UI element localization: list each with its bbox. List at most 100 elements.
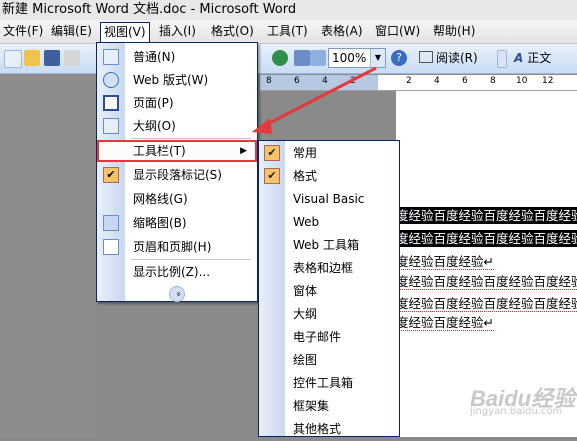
view-menu-item-4[interactable]: 工具栏(T) ▶ <box>97 140 257 162</box>
hyperlink-icon[interactable] <box>272 50 288 66</box>
toolbars-submenu-label: Web <box>293 215 320 229</box>
web-layout-icon <box>103 72 119 88</box>
view-menu-item-label: 大纲(O) <box>133 119 176 133</box>
read-button[interactable]: 阅读(R) <box>416 48 481 68</box>
toolbars-submenu-label: 绘图 <box>293 353 318 367</box>
toolbars-submenu-item-10[interactable]: 控件工具箱 <box>259 372 399 395</box>
document-line[interactable]: 度经验百度经验百度经验百度经验百度经验百度 <box>396 207 577 224</box>
new-document-icon[interactable] <box>4 50 22 68</box>
view-menu-item-label: 页面(P) <box>133 96 174 110</box>
document-line[interactable]: 度经验百度经验百度经验百度经验百度经验百度 <box>396 273 577 290</box>
toolbars-submenu-item-7[interactable]: 大纲 <box>259 303 399 326</box>
menu-bar: 文件(F) 编辑(E) 视图(V) 插入(I) 格式(O) 工具(T) 表格(A) 窗口(W)… <box>0 20 577 44</box>
view-menu-item-8[interactable]: 页眉和页脚(H) <box>97 236 257 258</box>
view-menu-item-label: 缩略图(B) <box>133 216 187 230</box>
document-line[interactable]: 度经验百度经验百度经验百度经验百度经验百度 <box>396 230 577 247</box>
toolbars-submenu-label: 表格和边框 <box>293 261 354 275</box>
document-line-text: 度经验百度经验百度经验百度经验百度经验百度 <box>396 208 577 223</box>
menu-separator <box>131 138 251 139</box>
page-layout-icon <box>103 95 119 111</box>
view-menu-item-5[interactable]: ✔ 显示段落标记(S) <box>97 164 257 186</box>
style-value: 正文 <box>527 51 552 65</box>
view-menu-item-label: 普通(N) <box>133 50 176 64</box>
view-menu-item-6[interactable]: 网格线(G) <box>97 188 257 210</box>
view-menu-item-label: 工具栏(T) <box>133 144 186 158</box>
view-menu-item-1[interactable]: Web 版式(W) <box>97 69 257 91</box>
zoom-select[interactable]: 100% ▼ <box>328 48 386 68</box>
tables-borders-icon[interactable] <box>294 50 310 66</box>
toolbars-submenu-label: 电子邮件 <box>293 330 342 344</box>
toolbars-submenu-label: 控件工具箱 <box>293 376 354 390</box>
permission-icon[interactable] <box>64 50 80 66</box>
view-menu-item-3[interactable]: 大纲(O) <box>97 115 257 137</box>
toolbars-submenu-item-8[interactable]: 电子邮件 <box>259 326 399 349</box>
toolbar-options-icon[interactable] <box>497 50 507 68</box>
menu-item-2[interactable]: 视图(V) <box>100 22 150 44</box>
checkmark-icon: ✔ <box>264 145 280 161</box>
toolbars-submenu-item-1[interactable]: ✔ 格式 <box>259 165 399 188</box>
view-menu-item-label: 页眉和页脚(H) <box>133 240 212 254</box>
ruler-number: 4 <box>322 76 328 86</box>
ruler-number: 2 <box>350 76 356 86</box>
document-line[interactable]: 度经验百度经验↵ <box>396 253 577 270</box>
toolbars-submenu-label: 窗体 <box>293 284 318 298</box>
view-menu-item-7[interactable]: 缩略图(B) <box>97 212 257 234</box>
ruler-number: 4 <box>434 76 440 86</box>
ruler-number: 12 <box>542 76 554 86</box>
view-menu-item-0[interactable]: 普通(N) <box>97 46 257 68</box>
document-line[interactable]: 度经验百度经验↵ <box>396 314 577 331</box>
toolbars-submenu-item-12[interactable]: 其他格式 <box>259 418 399 441</box>
toolbars-submenu-item-3[interactable]: Web <box>259 211 399 234</box>
checkmark-icon: ✔ <box>264 168 280 184</box>
workspace-background <box>0 74 96 437</box>
toolbars-submenu-item-2[interactable]: Visual Basic <box>259 188 399 211</box>
double-chevron-down-icon[interactable]: » <box>169 286 185 302</box>
menu-item-5[interactable]: 工具(T) <box>264 22 311 41</box>
menu-item-4[interactable]: 格式(O) <box>208 22 257 41</box>
style-box[interactable]: A 正文 <box>514 48 551 68</box>
document-line[interactable]: 度经验百度经验百度经验百度经验百度经验百度 <box>396 295 577 312</box>
menu-item-3[interactable]: 插入(I) <box>156 22 199 41</box>
toolbars-submenu-item-5[interactable]: 表格和边框 <box>259 257 399 280</box>
menu-item-0[interactable]: 文件(F) <box>0 22 46 41</box>
watermark-url: jingyan.baidu.com <box>470 406 563 417</box>
toolbars-submenu-label: 大纲 <box>293 307 318 321</box>
toolbars-submenu-item-11[interactable]: 框架集 <box>259 395 399 418</box>
standard-toolbar: 100% ▼ ? 阅读(R) A 正文 <box>0 44 577 74</box>
toolbars-submenu-item-6[interactable]: 窗体 <box>259 280 399 303</box>
window-title-bar: 新建 Microsoft Word 文档.doc - Microsoft Wor… <box>0 0 577 20</box>
ruler-number: 10 <box>516 76 528 86</box>
help-icon[interactable]: ? <box>391 50 407 66</box>
outline-view-icon <box>103 118 119 134</box>
toolbars-submenu-item-4[interactable]: Web 工具箱 <box>259 234 399 257</box>
open-folder-icon[interactable] <box>24 50 40 66</box>
view-menu-item-label: 显示比例(Z)... <box>133 265 211 279</box>
menu-item-8[interactable]: 帮助(H) <box>430 22 478 41</box>
save-icon[interactable] <box>44 50 60 66</box>
book-icon <box>419 51 433 63</box>
normal-view-icon <box>103 49 119 65</box>
menu-item-6[interactable]: 表格(A) <box>318 22 366 41</box>
menu-item-7[interactable]: 窗口(W) <box>372 22 423 41</box>
chevron-down-icon[interactable]: ▼ <box>370 49 385 67</box>
menu-separator <box>131 259 251 260</box>
header-footer-icon <box>103 239 119 255</box>
toolbars-submenu-item-0[interactable]: ✔ 常用 <box>259 142 399 165</box>
ruler-margin <box>260 75 378 90</box>
menu-item-1[interactable]: 编辑(E) <box>48 22 95 41</box>
checkmark-icon: ✔ <box>103 167 119 183</box>
ruler-number: 6 <box>462 76 468 86</box>
ruler-number: 6 <box>294 76 300 86</box>
document-line-text: 度经验百度经验百度经验百度经验百度经验百度 <box>396 274 577 290</box>
horizontal-ruler[interactable]: 8 6 4 2 2 4 6 8 10 12 <box>260 75 577 91</box>
document-line-text: 度经验百度经验↵ <box>396 315 494 331</box>
zoom-value: 100% <box>332 51 367 65</box>
toolbars-submenu-label: Visual Basic <box>293 192 365 206</box>
view-menu-item-label: Web 版式(W) <box>133 73 209 87</box>
view-menu-item-9[interactable]: 显示比例(Z)... <box>97 261 257 283</box>
view-menu-item-2[interactable]: 页面(P) <box>97 92 257 114</box>
toolbars-submenu-label: 常用 <box>293 146 318 160</box>
ruler-number: 8 <box>266 76 272 86</box>
toolbars-submenu-item-9[interactable]: 绘图 <box>259 349 399 372</box>
columns-icon[interactable] <box>310 50 326 66</box>
